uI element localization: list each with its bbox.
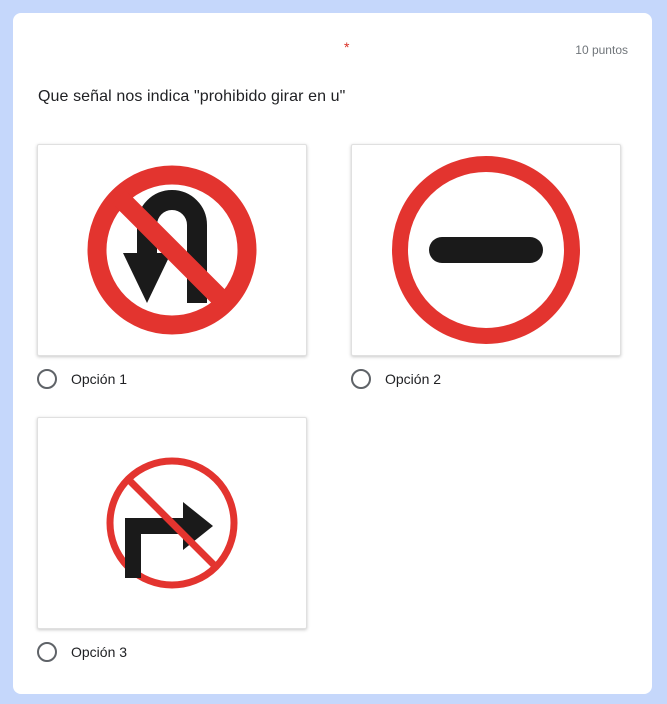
- required-marker: *: [344, 39, 350, 55]
- option-2-label: Opción 2: [385, 371, 442, 387]
- no-u-turn-sign-icon: [87, 165, 257, 335]
- option-3-label: Opción 3: [71, 644, 128, 660]
- option-1-image: [37, 144, 307, 356]
- question-title: Que señal nos indica "prohibido girar en…: [38, 88, 346, 105]
- no-right-turn-sign-icon: [106, 457, 238, 589]
- option-2-image: [351, 144, 621, 356]
- option-2-radio[interactable]: [351, 369, 371, 389]
- option-2[interactable]: Opción 2: [351, 144, 621, 389]
- points-label: 10 puntos: [575, 43, 628, 57]
- option-1[interactable]: Opción 1: [37, 144, 307, 389]
- option-3-image: [37, 417, 307, 629]
- option-1-label: Opción 1: [71, 371, 128, 387]
- option-3-radio[interactable]: [37, 642, 57, 662]
- option-1-radio[interactable]: [37, 369, 57, 389]
- option-3[interactable]: Opción 3: [37, 417, 307, 662]
- no-entry-sign-icon: [392, 156, 580, 344]
- question-card: * 10 puntos Que señal nos indica "prohib…: [13, 13, 652, 694]
